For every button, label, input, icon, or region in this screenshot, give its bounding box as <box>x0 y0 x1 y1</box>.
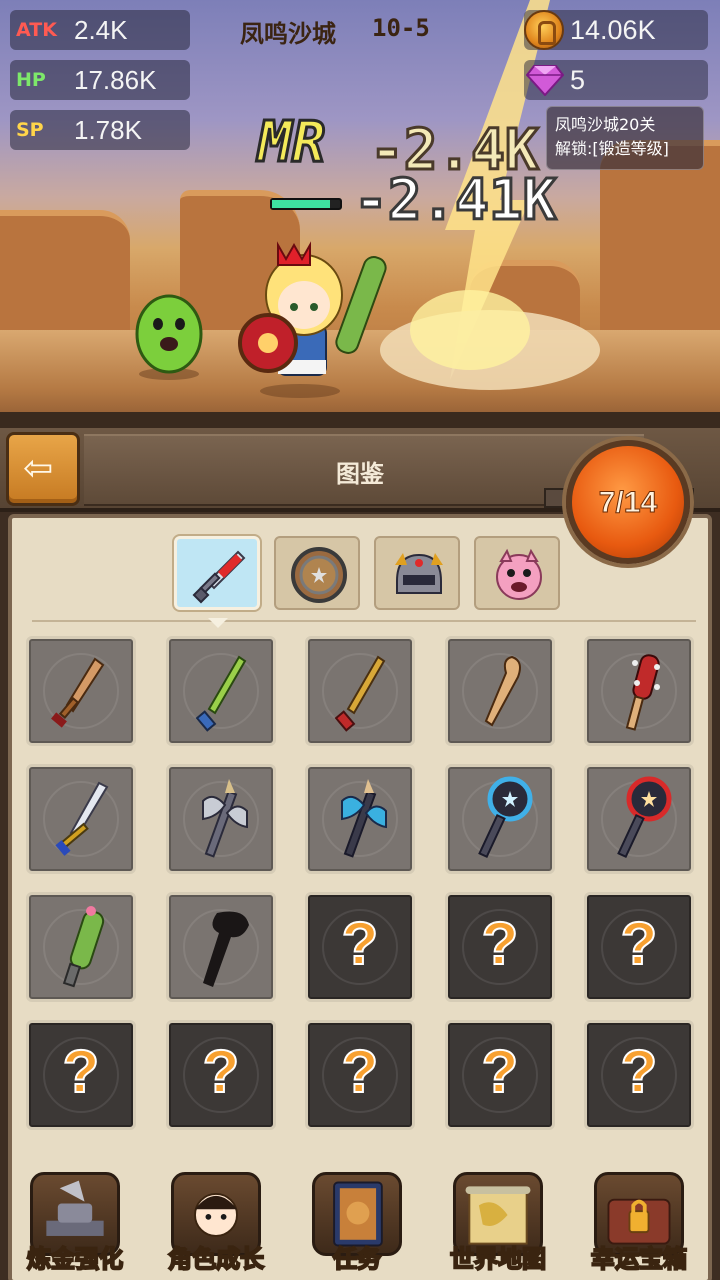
nav-item[interactable]: 幸运宝箱 <box>574 1172 704 1280</box>
helmet-icon <box>395 553 443 594</box>
tab-pets[interactable] <box>474 536 560 610</box>
nav-label: 角色成长 <box>167 1244 265 1274</box>
nav-label: 幸运宝箱 <box>590 1244 688 1274</box>
gold-counter[interactable]: 14.06K <box>524 10 708 50</box>
hp-stat: HP 17.86K <box>10 60 190 100</box>
nav-label: 任务 <box>332 1244 382 1274</box>
gem-counter[interactable]: 5 <box>524 60 708 100</box>
sp-label: SP <box>16 119 44 141</box>
question-mark-icon: ? <box>62 1037 101 1106</box>
gold-value: 14.06K <box>570 15 656 45</box>
stage-number: 10-5 <box>372 14 430 42</box>
hero-character-icon <box>238 241 387 398</box>
atk-label: ATK <box>16 19 57 41</box>
codex-item[interactable] <box>305 764 415 874</box>
shield-icon <box>291 547 347 603</box>
unlock-info-box: 凤鸣沙城20关 解锁:[锻造等级] <box>546 106 704 170</box>
question-mark-icon: ? <box>341 909 380 978</box>
codex-item[interactable] <box>445 636 555 746</box>
codex-item[interactable] <box>305 636 415 746</box>
codex-item[interactable] <box>584 764 694 874</box>
codex-item[interactable] <box>166 636 276 746</box>
codex-item[interactable] <box>26 764 136 874</box>
codex-item[interactable] <box>26 892 136 1002</box>
pet-icon <box>496 548 542 600</box>
enemy-hp-bar <box>270 198 342 210</box>
gem-value: 5 <box>570 65 586 95</box>
gem-icon <box>526 65 564 96</box>
question-mark-icon: ? <box>481 909 520 978</box>
atk-value: 2.4K <box>74 14 128 45</box>
codex-item[interactable]: ? <box>445 892 555 1002</box>
codex-item[interactable] <box>445 764 555 874</box>
nav-item[interactable]: 角色成长 <box>151 1172 281 1280</box>
codex-item[interactable]: ? <box>584 1020 694 1130</box>
collection-progress-orb: 7/14 <box>566 440 690 564</box>
unlock-condition-text: 解锁:[锻造等级] <box>555 139 669 158</box>
sword-icon <box>192 550 246 604</box>
back-arrow-icon: ⇦ <box>23 448 54 489</box>
codex-panel: 图鉴 ⇦ 7/14 ? ? ? ? ? ? ? ? <box>0 428 720 1280</box>
page-title: 图鉴 <box>336 460 384 488</box>
nav-item[interactable]: 炼金强化 <box>10 1172 140 1280</box>
tab-shields[interactable] <box>274 536 360 610</box>
unlock-stage-text: 凤鸣沙城20关 <box>555 115 656 134</box>
cactus-enemy-icon <box>135 294 203 380</box>
codex-item[interactable] <box>584 636 694 746</box>
codex-item[interactable] <box>166 892 276 1002</box>
skill-text: MR <box>256 109 326 177</box>
codex-item[interactable]: ? <box>26 1020 136 1130</box>
question-mark-icon: ? <box>620 909 659 978</box>
mesa-rock <box>0 210 130 350</box>
question-mark-icon: ? <box>481 1037 520 1106</box>
nav-item[interactable]: 任务 <box>292 1172 422 1280</box>
hp-value: 17.86K <box>74 64 157 95</box>
codex-item[interactable] <box>166 764 276 874</box>
back-button[interactable]: ⇦ <box>6 432 80 506</box>
stage-name: 凤鸣沙城 <box>240 20 336 48</box>
bottom-nav: 炼金强化 角色成长 任务 世界地图 幸运宝箱 <box>0 1162 720 1280</box>
scene-divider <box>0 412 720 428</box>
atk-stat: ATK 2.4K <box>10 10 190 50</box>
hp-label: HP <box>16 69 46 91</box>
tab-weapons[interactable] <box>174 536 260 610</box>
battle-scene: MR -2.4K -2.41K ATK 2.4K HP 17.86K SP 1.… <box>0 0 720 428</box>
question-mark-icon: ? <box>341 1037 380 1106</box>
codex-item[interactable] <box>26 636 136 746</box>
codex-item[interactable]: ? <box>445 1020 555 1130</box>
damage-number: -2.41K <box>352 167 557 235</box>
active-tab-pointer <box>208 618 228 628</box>
enemy-hp-fill <box>272 200 330 208</box>
question-mark-icon: ? <box>202 1037 241 1106</box>
collection-progress: 7/14 <box>598 486 658 520</box>
sp-stat: SP 1.78K <box>10 110 190 150</box>
tab-helmets[interactable] <box>374 536 460 610</box>
codex-item[interactable]: ? <box>584 892 694 1002</box>
nav-label: 世界地图 <box>449 1244 547 1274</box>
nav-item[interactable]: 世界地图 <box>433 1172 563 1280</box>
gold-coin-icon <box>524 10 564 50</box>
codex-item[interactable]: ? <box>166 1020 276 1130</box>
codex-item[interactable]: ? <box>305 892 415 1002</box>
question-mark-icon: ? <box>620 1037 659 1106</box>
sp-value: 1.78K <box>74 114 142 145</box>
nav-label: 炼金强化 <box>26 1244 124 1274</box>
codex-item[interactable]: ? <box>305 1020 415 1130</box>
